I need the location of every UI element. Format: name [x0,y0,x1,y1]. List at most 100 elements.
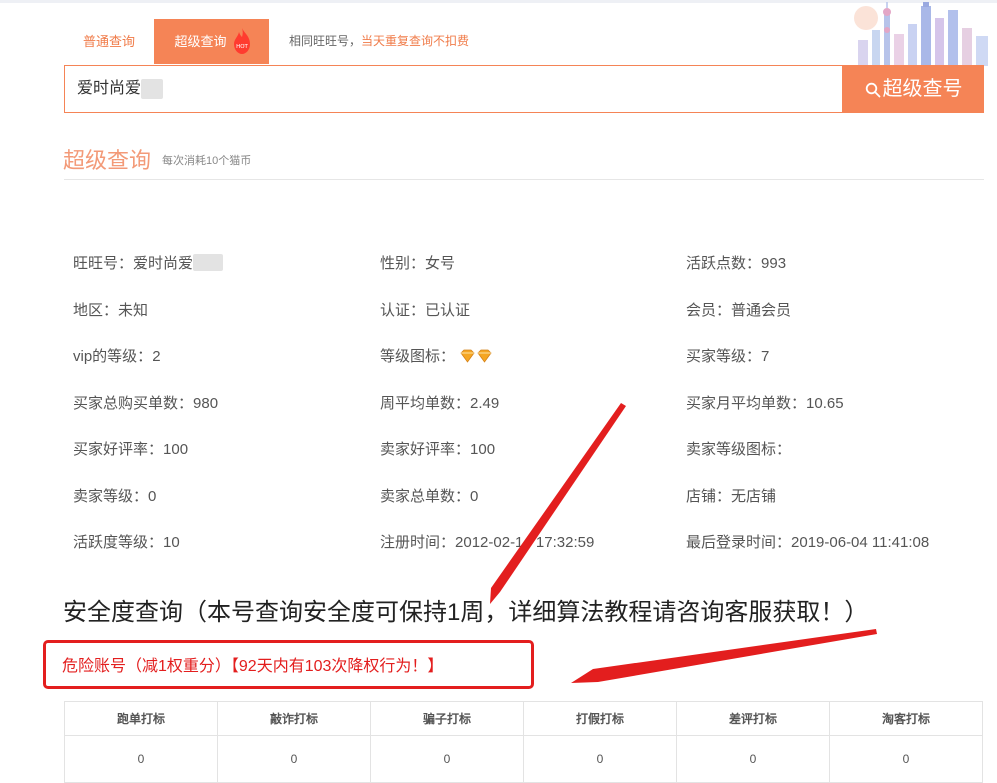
diamond-icon [460,349,492,363]
table-header: 跑单打标 [64,701,218,736]
info-value: 10 [163,534,180,551]
info-label: 买家月平均单数： [686,395,807,412]
info-value: 已认证 [425,302,471,319]
section-title: 超级查询 [63,148,152,173]
info-label: 活跃点数： [686,255,762,272]
info-seller-level: 卖家等级：0 [73,485,156,506]
info-value: 7 [761,348,770,365]
info-last-login: 最后登录时间：2019-06-04 11:41:08 [686,531,929,552]
table-header: 淘客打标 [829,701,983,736]
info-value: 2012-02-14 17:32:59 [455,534,595,551]
table-row: 0 0 0 0 0 0 [64,735,983,783]
info-gender: 性别：女号 [380,252,455,273]
info-vip-level: vip的等级：2 [73,345,161,366]
city-illustration [854,2,988,66]
info-value: 无店铺 [731,488,777,505]
info-region: 地区：未知 [73,299,148,320]
info-label: 买家好评率： [73,441,164,458]
flame-icon: HOT [234,28,250,54]
hot-badge-text: HOT [236,44,248,50]
search-value-text: 爱时尚爱 [77,80,142,97]
search-button-label: 超级查号 [882,78,963,100]
info-label: 等级图标： [380,348,456,365]
info-label: 周平均单数： [380,395,471,412]
table-header-row: 跑单打标 敲诈打标 骗子打标 打假打标 差评打标 淘客打标 [64,701,983,736]
info-value: 2019-06-04 11:41:08 [791,534,930,551]
info-value: 普通会员 [731,302,792,319]
info-label: 注册时间： [380,534,456,551]
info-register-time: 注册时间：2012-02-14 17:32:59 [380,531,594,552]
info-membership: 会员：普通会员 [686,299,791,320]
arrow-left [571,629,877,683]
table-cell: 0 [523,735,677,783]
table-header: 骗子打标 [370,701,524,736]
info-value: 993 [761,255,787,272]
tab-super-label: 超级查询 [174,34,227,49]
info-value: 10.65 [806,395,844,412]
super-search-button[interactable]: 超级查号 [843,65,984,113]
risk-tag-table: 跑单打标 敲诈打标 骗子打标 打假打标 差评打标 淘客打标 0 0 0 0 0 … [64,701,983,783]
info-label: 旺旺号： [73,255,134,272]
info-weekly-avg: 周平均单数：2.49 [380,392,499,413]
section-subtitle: 每次消耗10个猫币 [162,155,252,167]
search-input[interactable]: 爱时尚爱 [64,65,843,113]
info-value: 2.49 [470,395,500,412]
table-cell: 0 [64,735,218,783]
info-label: 会员： [686,302,732,319]
info-value: 980 [193,395,219,412]
arrow-diagonal [490,403,626,604]
safety-title: 安全度查询（本号查询安全度可保持1周，详细算法教程请咨询客服获取！） [63,599,869,626]
info-verification: 认证：已认证 [380,299,470,320]
info-value: 爱时尚爱 [133,255,194,272]
blurred-text [141,78,164,99]
info-active-points: 活跃点数：993 [686,252,786,273]
info-buyer-level: 买家等级：7 [686,345,769,366]
table-cell: 0 [676,735,830,783]
info-label: 卖家等级图标： [686,441,792,458]
info-value: 0 [148,488,157,505]
info-buyer-monthly-avg: 买家月平均单数：10.65 [686,392,844,413]
info-label: 最后登录时间： [686,534,792,551]
info-value: 0 [470,488,479,505]
info-level-icon: 等级图标： [380,345,493,366]
info-label: 卖家等级： [73,488,149,505]
info-shop: 店铺：无店铺 [686,485,776,506]
info-label: 店铺： [686,488,732,505]
info-value: 未知 [118,302,149,319]
table-cell: 0 [829,735,983,783]
search-icon [865,82,880,98]
info-seller-total-orders: 卖家总单数：0 [380,485,478,506]
tab-normal-query[interactable]: 普通查询 [64,19,154,64]
table-header: 敲诈打标 [217,701,371,736]
info-value: 100 [470,441,496,458]
info-label: 认证： [380,302,426,319]
info-label: 卖家总单数： [380,488,471,505]
search-input-value: 爱时尚爱 [77,66,164,112]
info-activity-level: 活跃度等级：10 [73,531,180,552]
info-label: 买家总购买单数： [73,395,194,412]
table-cell: 0 [370,735,524,783]
info-label: 地区： [73,302,119,319]
info-seller-level-icon: 卖家等级图标： [686,438,791,459]
table-cell: 0 [217,735,371,783]
danger-status: 危险账号（减1权重分）【92天内有103次降权行为！】 [62,658,444,675]
info-value: 100 [163,441,189,458]
info-buyer-rating: 买家好评率：100 [73,438,188,459]
info-label: vip的等级： [73,348,153,365]
info-label: 卖家好评率： [380,441,471,458]
table-header: 差评打标 [676,701,830,736]
info-wangwang: 旺旺号：爱时尚爱 [73,252,224,273]
info-label: 买家等级： [686,348,762,365]
info-buyer-total-orders: 买家总购买单数：980 [73,392,218,413]
tab-note-prefix: 相同旺旺号， [289,34,362,48]
info-label: 性别： [380,255,426,272]
info-label: 活跃度等级： [73,534,164,551]
info-value: 2 [152,348,161,365]
tab-note: 相同旺旺号，当天重复查询不扣费 [289,19,469,64]
blurred-text [193,254,224,271]
info-value: 女号 [425,255,456,272]
tab-note-highlight: 当天重复查询不扣费 [361,34,470,48]
info-seller-rating: 卖家好评率：100 [380,438,495,459]
table-header: 打假打标 [523,701,677,736]
section-divider [64,179,984,180]
